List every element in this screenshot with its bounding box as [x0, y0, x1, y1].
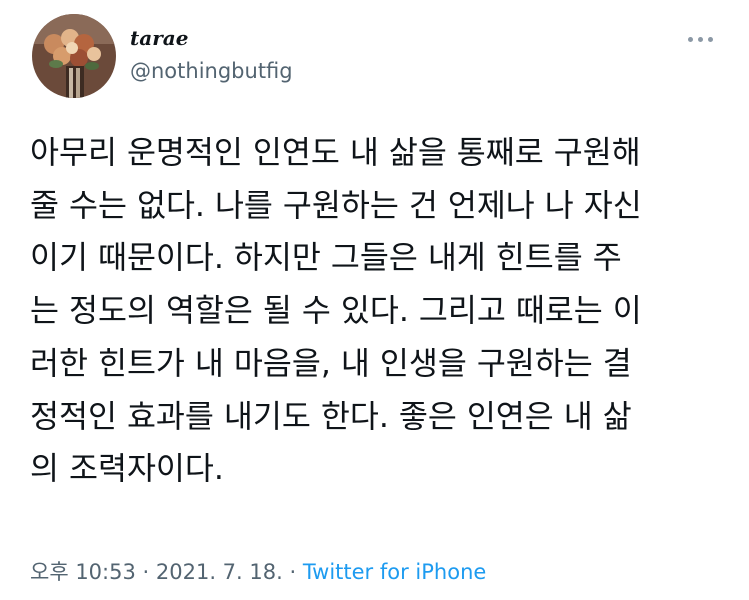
tweet-text-line: 아무리 운명적인 인연도 내 삶을 통째로 구원해	[30, 135, 641, 171]
more-dot-icon	[687, 36, 693, 42]
display-name[interactable]: tarae	[130, 26, 188, 50]
tweet-text-line: 이기 때문이다. 하지만 그들은 내게 힌트를 주	[30, 240, 622, 277]
tweet-source-link[interactable]: Twitter for iPhone	[303, 560, 487, 584]
more-options-button[interactable]	[678, 26, 722, 52]
tweet-text-line: 의 조력자이다.	[30, 451, 224, 488]
user-handle[interactable]: @nothingbutfig	[130, 58, 293, 84]
tweet-text-line: 정적인 효과를 내기도 한다. 좋은 인연은 내 삶	[30, 398, 632, 435]
tweet-text: 아무리 운명적인 인연도 내 삶을 통째로 구원해 줄 수는 없다. 나를 구원…	[30, 127, 730, 496]
tweet-text-line: 는 정도의 역할은 될 수 있다. 그리고 때로는 이	[30, 293, 642, 330]
meta-separator: ·	[135, 560, 156, 584]
tweet: tarae @nothingbutfig 아무리 운명적인 인연도 내 삶을 통…	[0, 0, 749, 600]
more-dot-icon	[707, 36, 713, 42]
tweet-time[interactable]: 오후 10:53	[30, 560, 136, 584]
more-dot-icon	[697, 36, 703, 42]
tweet-date[interactable]: 2021. 7. 18.	[156, 560, 283, 584]
meta-separator: ·	[282, 560, 303, 584]
tweet-meta: 오후 10:53 · 2021. 7. 18. · Twitter for iP…	[30, 557, 486, 587]
bouquet-photo-icon	[32, 14, 116, 98]
tweet-text-line: 러한 힌트가 내 마음을, 내 인생을 구원하는 결	[30, 345, 632, 382]
avatar[interactable]	[32, 14, 116, 98]
tweet-text-line: 줄 수는 없다. 나를 구원하는 건 언제나 나 자신	[30, 187, 642, 224]
